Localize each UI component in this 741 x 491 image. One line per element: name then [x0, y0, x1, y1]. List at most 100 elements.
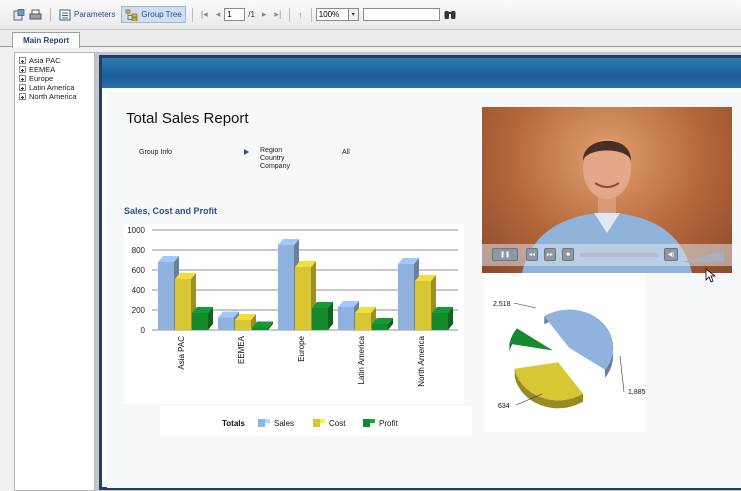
- y-tick-label: 800: [132, 246, 146, 255]
- tree-item-north-america[interactable]: North America: [19, 92, 94, 101]
- x-tick-label: EEMEA: [237, 335, 246, 364]
- group-tree-label: Group Tree: [141, 10, 182, 19]
- tree-item-label: Europe: [29, 74, 54, 83]
- tree-item-eemea[interactable]: EEMEA: [19, 65, 94, 74]
- tab-bar: Main Report: [0, 30, 741, 48]
- y-tick-label: 1000: [127, 226, 145, 235]
- tree-item-label: Latin America: [29, 83, 75, 92]
- parameters-label: Parameters: [74, 10, 116, 19]
- group-value: All: [342, 149, 350, 156]
- search-input[interactable]: [362, 8, 440, 21]
- report-header-band: [102, 58, 741, 88]
- previous-page-icon[interactable]: ◂: [216, 9, 221, 20]
- legend-swatch-top: [370, 419, 375, 423]
- volume-slider[interactable]: [682, 249, 724, 263]
- legend-swatch: [363, 419, 370, 427]
- forward-button[interactable]: ▸▸: [544, 248, 556, 261]
- expand-icon[interactable]: [19, 75, 26, 82]
- y-tick-label: 400: [132, 286, 146, 295]
- y-tick-label: 600: [132, 266, 146, 275]
- group-level: Company: [260, 163, 290, 170]
- y-tick-label: 0: [141, 326, 146, 335]
- expand-icon[interactable]: [19, 57, 26, 64]
- pie-leader-line: [619, 355, 625, 393]
- group-tree-button[interactable]: Group Tree: [121, 6, 186, 23]
- group-info-label: Group Info: [139, 149, 173, 156]
- legend-title: Totals: [222, 419, 246, 428]
- seek-slider[interactable]: [580, 253, 658, 257]
- bar-chart-panel: 1000 800 600 400 200 0 Asia PAC EEMEA Europe Lati…: [124, 224, 464, 404]
- bar: [218, 317, 234, 330]
- last-page-icon[interactable]: ▸|: [274, 9, 281, 20]
- zoom-select[interactable]: [315, 8, 349, 21]
- report-title: Total Sales Report: [126, 110, 249, 127]
- tree-item-label: EEMEA: [29, 65, 56, 74]
- play-arrow-icon: [244, 149, 249, 155]
- bar: [252, 327, 268, 330]
- mouse-cursor-icon: [705, 268, 717, 283]
- toolbar: Parameters Group Tree |◂ ◂ /1 ▸ ▸| ↑ ▾: [0, 0, 741, 30]
- video-controls: ❚❚ ◂◂ ▸▸ ■ ◀): [482, 244, 732, 266]
- parameters-icon: [59, 9, 71, 20]
- video-player[interactable]: ❚❚ ◂◂ ▸▸ ■ ◀): [482, 107, 732, 273]
- legend-swatch: [258, 419, 265, 427]
- zoom-dropdown-icon[interactable]: ▾: [348, 8, 359, 21]
- tree-item-label: North America: [29, 92, 77, 101]
- bar: [192, 313, 208, 330]
- pie-slice: [544, 309, 614, 370]
- toolbar-divider: [50, 7, 51, 22]
- bar: [355, 313, 371, 330]
- pie-data-label: 634: [498, 403, 510, 410]
- legend-label: Cost: [329, 419, 346, 428]
- group-tree-icon: [126, 9, 138, 21]
- print-icon[interactable]: [29, 8, 42, 21]
- bar: [158, 262, 174, 330]
- pie-data-label: 1,885: [628, 389, 646, 396]
- chart-legend: Totals Sales Cost Profit: [160, 406, 472, 436]
- drill-up-icon[interactable]: ↑: [298, 10, 303, 20]
- bar: [175, 279, 191, 330]
- legend-label: Sales: [274, 419, 294, 428]
- tree-item-label: Asia PAC: [29, 56, 61, 65]
- expand-icon[interactable]: [19, 84, 26, 91]
- export-icon[interactable]: [12, 8, 25, 21]
- pie-slice: [509, 328, 553, 351]
- tab-main-report[interactable]: Main Report: [12, 32, 81, 48]
- parameters-button[interactable]: Parameters: [55, 6, 119, 23]
- bar: [415, 281, 431, 330]
- legend-swatch: [313, 419, 320, 427]
- x-tick-label: North America: [417, 335, 426, 386]
- page-number-input[interactable]: [224, 8, 246, 21]
- rewind-button[interactable]: ◂◂: [526, 248, 538, 261]
- page-total: /1: [248, 10, 255, 19]
- tree-item-asia-pac[interactable]: Asia PAC: [19, 56, 94, 65]
- search-icon[interactable]: [444, 8, 457, 21]
- next-page-icon[interactable]: ▸: [262, 9, 267, 20]
- bar: [372, 324, 388, 330]
- pie-chart-panel: 2,518 1,885 634: [484, 268, 646, 432]
- pie-leader-line: [513, 302, 537, 309]
- bar-chart: 1000 800 600 400 200 0 Asia PAC EEMEA Europe Lati…: [127, 226, 458, 387]
- first-page-icon[interactable]: |◂: [201, 9, 208, 20]
- bar: [398, 264, 414, 330]
- stop-button[interactable]: ■: [562, 248, 574, 261]
- bar: [338, 307, 354, 330]
- bar: [235, 320, 251, 330]
- pie-data-label: 2,518: [493, 301, 511, 308]
- legend-swatch-top: [265, 419, 270, 423]
- x-tick-label: Europe: [297, 335, 306, 361]
- legend-label: Profit: [379, 419, 398, 428]
- group-level: Country: [260, 155, 285, 162]
- expand-icon[interactable]: [19, 66, 26, 73]
- pause-button[interactable]: ❚❚: [492, 248, 518, 261]
- tree-item-latin-america[interactable]: Latin America: [19, 83, 94, 92]
- volume-icon[interactable]: ◀): [664, 248, 678, 261]
- y-tick-label: 200: [132, 306, 146, 315]
- group-level: Region: [260, 147, 283, 154]
- tree-item-europe[interactable]: Europe: [19, 74, 94, 83]
- bar: [295, 267, 311, 330]
- bar: [312, 308, 328, 330]
- expand-icon[interactable]: [19, 93, 26, 100]
- legend-svg: Totals Sales Cost Profit: [222, 419, 398, 428]
- toolbar-divider: [289, 7, 291, 22]
